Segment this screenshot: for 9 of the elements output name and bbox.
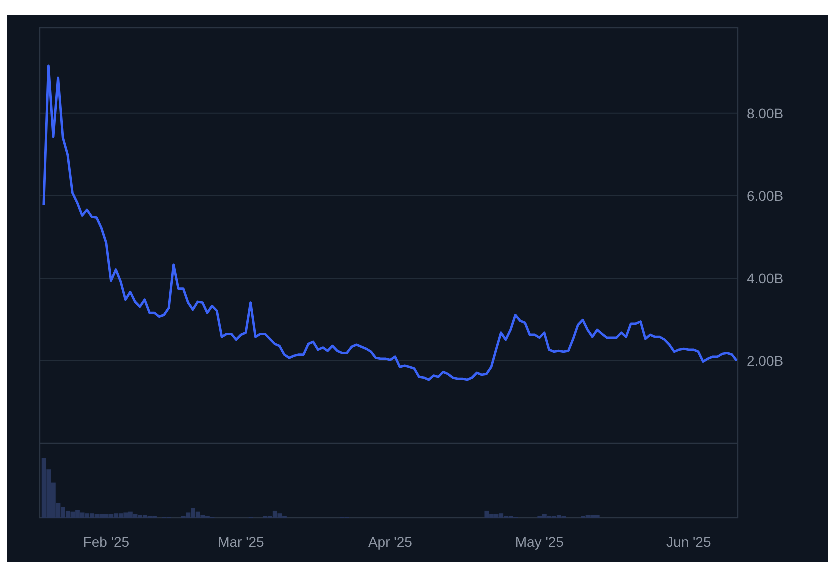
y-axis-label: 8.00B <box>747 105 784 122</box>
x-axis-label: Apr '25 <box>368 534 412 550</box>
x-axis-label: May '25 <box>515 534 564 550</box>
y-axis-label: 4.00B <box>747 270 784 286</box>
y-axis-label: 2.00B <box>747 353 784 369</box>
x-axis-label: Jun '25 <box>666 534 712 550</box>
y-axis-label: 6.00B <box>747 188 784 204</box>
x-axis-label: Feb '25 <box>83 534 130 550</box>
x-axis-label: Mar '25 <box>218 534 264 550</box>
